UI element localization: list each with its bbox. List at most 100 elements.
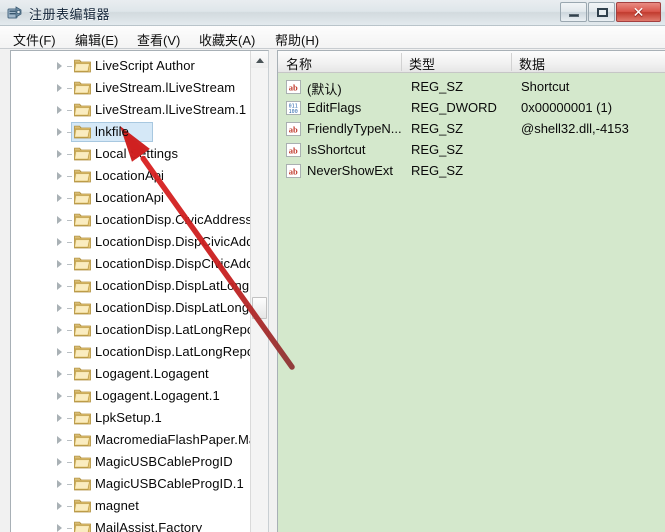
expand-arrow-icon[interactable] (57, 260, 62, 268)
tree-item[interactable]: Local Settings (11, 143, 251, 165)
expand-arrow-icon[interactable] (57, 194, 62, 202)
expand-arrow-icon[interactable] (57, 348, 62, 356)
tree-connector (67, 308, 72, 309)
value-row[interactable]: ab IsShortcut REG_SZ (278, 140, 665, 161)
value-row[interactable]: 011 100 EditFlags REG_DWORD 0x00000001 (1) (278, 98, 665, 119)
tree-item-label: MagicUSBCableProgID (95, 454, 233, 469)
expand-arrow-icon[interactable] (57, 282, 62, 290)
tree-item-label: Logagent.Logagent (95, 366, 209, 381)
expand-arrow-icon[interactable] (57, 128, 62, 136)
minimize-button[interactable] (560, 2, 587, 22)
menu-edit[interactable]: 编辑(E) (72, 29, 121, 50)
tree-item[interactable]: LpkSetup.1 (11, 407, 251, 429)
expand-arrow-icon[interactable] (57, 370, 62, 378)
tree-item[interactable]: LocationDisp.CivicAddressRe (11, 209, 251, 231)
tree-item[interactable]: MailAssist.Factory (11, 517, 251, 532)
tree-item[interactable]: LocationDisp.LatLongReport (11, 319, 251, 341)
column-header-type[interactable]: 类型 (409, 54, 435, 73)
tree-item-selected[interactable]: lnkfile (11, 121, 251, 143)
folder-icon (74, 367, 91, 381)
scroll-up-arrow-icon[interactable] (251, 51, 268, 68)
expand-arrow-icon[interactable] (57, 458, 62, 466)
menu-help[interactable]: 帮助(H) (272, 29, 322, 50)
tree-item[interactable]: LocationDisp.DispLatLongRe (11, 275, 251, 297)
tree-connector (67, 220, 72, 221)
tree-item-label: LpkSetup.1 (95, 410, 162, 425)
tree-item[interactable]: LocationDisp.DispCivicAddre (11, 253, 251, 275)
menu-view[interactable]: 查看(V) (134, 29, 183, 50)
tree-connector (67, 286, 72, 287)
window-controls: ✕ (560, 2, 661, 23)
expand-arrow-icon[interactable] (57, 172, 62, 180)
folder-icon (74, 103, 91, 117)
tree-item[interactable]: Logagent.Logagent (11, 363, 251, 385)
tree-item[interactable]: LocationDisp.LatLongReport (11, 341, 251, 363)
expand-arrow-icon[interactable] (57, 436, 62, 444)
expand-arrow-icon[interactable] (57, 150, 62, 158)
folder-icon (74, 389, 91, 403)
value-row[interactable]: ab FriendlyTypeN... REG_SZ @shell32.dll,-41… (278, 119, 665, 140)
folder-icon (74, 323, 91, 337)
menu-file[interactable]: 文件(F) (10, 29, 59, 50)
svg-text:100: 100 (289, 109, 298, 115)
folder-icon (74, 147, 91, 161)
folder-icon (74, 235, 91, 249)
tree-item[interactable]: MagicUSBCableProgID.1 (11, 473, 251, 495)
tree-item[interactable]: LiveStream.lLiveStream (11, 77, 251, 99)
value-name: FriendlyTypeN... (307, 121, 402, 136)
menu-favorites[interactable]: 收藏夹(A) (196, 29, 258, 50)
tree-item[interactable]: LocationDisp.DispLatLongRe (11, 297, 251, 319)
tree-item[interactable]: LiveScript Author (11, 55, 251, 77)
tree-scrollbar[interactable] (250, 51, 268, 532)
tree-item-label: LiveStream.lLiveStream (95, 80, 236, 95)
tree-item-label: LocationDisp.DispCivicAddre (95, 256, 251, 271)
tree-item-label: lnkfile (95, 124, 129, 139)
expand-arrow-icon[interactable] (57, 62, 62, 70)
value-data: Shortcut (521, 79, 570, 94)
expand-arrow-icon[interactable] (57, 216, 62, 224)
tree-item[interactable]: LocationApi (11, 165, 251, 187)
value-row[interactable]: ab NeverShowExt REG_SZ (278, 161, 665, 182)
tree-item-label: LocationDisp.CivicAddressRe (95, 212, 251, 227)
expand-arrow-icon[interactable] (57, 524, 62, 532)
maximize-button[interactable] (588, 2, 615, 22)
close-icon: ✕ (632, 4, 645, 20)
tree-item[interactable]: LiveStream.lLiveStream.1 (11, 99, 251, 121)
expand-arrow-icon[interactable] (57, 480, 62, 488)
folder-icon (74, 499, 91, 513)
expand-arrow-icon[interactable] (57, 106, 62, 114)
value-type: REG_DWORD (411, 100, 497, 115)
expand-arrow-icon[interactable] (57, 84, 62, 92)
expand-arrow-icon[interactable] (57, 502, 62, 510)
registry-value-list[interactable]: 名称 类型 数据 ab (默认) REG_SZ Shortcut 011 100 EditF… (277, 50, 665, 532)
title-bar[interactable]: 注册表编辑器 ✕ (0, 0, 665, 26)
column-header-name[interactable]: 名称 (286, 54, 312, 73)
tree-item[interactable]: Logagent.Logagent.1 (11, 385, 251, 407)
expand-arrow-icon[interactable] (57, 414, 62, 422)
expand-arrow-icon[interactable] (57, 326, 62, 334)
tree-connector (67, 506, 72, 507)
tree-item[interactable]: LocationDisp.DispCivicAddre (11, 231, 251, 253)
list-column-header: 名称 类型 数据 (278, 51, 665, 73)
tree-item[interactable]: LocationApi (11, 187, 251, 209)
tree-item[interactable]: MagicUSBCableProgID (11, 451, 251, 473)
expand-arrow-icon[interactable] (57, 304, 62, 312)
tree-item-label: Local Settings (95, 146, 179, 161)
expand-arrow-icon[interactable] (57, 238, 62, 246)
folder-icon (74, 455, 91, 469)
value-type: REG_SZ (411, 121, 464, 136)
scrollbar-thumb[interactable] (252, 297, 267, 319)
tree-connector (67, 154, 72, 155)
tree-item[interactable]: magnet (11, 495, 251, 517)
folder-icon (74, 345, 91, 359)
tree-item[interactable]: MacromediaFlashPaper.Mac (11, 429, 251, 451)
registry-key-tree[interactable]: LiveScript Author LiveStream.lLiveStream L… (10, 50, 269, 532)
value-row[interactable]: ab (默认) REG_SZ Shortcut (278, 77, 665, 98)
folder-icon (74, 125, 91, 139)
tree-item-label: MailAssist.Factory (95, 520, 203, 532)
close-button[interactable]: ✕ (616, 2, 661, 22)
expand-arrow-icon[interactable] (57, 392, 62, 400)
string-value-icon: ab (286, 164, 301, 178)
column-header-data[interactable]: 数据 (519, 54, 545, 73)
tree-rows-container: LiveScript Author LiveStream.lLiveStream L… (11, 51, 251, 532)
